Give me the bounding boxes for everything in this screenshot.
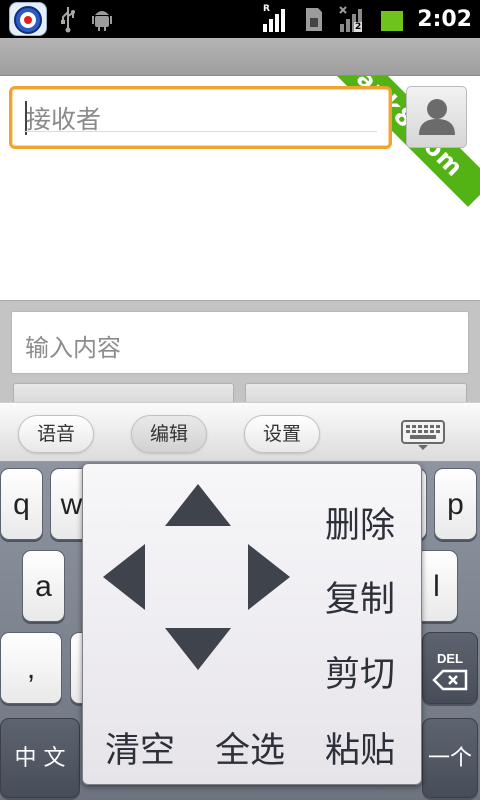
keyboard-icon[interactable] bbox=[400, 419, 446, 451]
arrow-right-icon[interactable] bbox=[248, 544, 290, 610]
arrow-left-icon[interactable] bbox=[103, 544, 145, 610]
key-p[interactable]: p bbox=[434, 468, 477, 540]
sim-card-icon bbox=[306, 8, 322, 31]
backspace-icon bbox=[432, 669, 468, 691]
ime-voice-button[interactable]: 语音 bbox=[18, 415, 94, 453]
input-underline bbox=[24, 131, 377, 132]
message-input[interactable]: 输入内容 bbox=[11, 311, 469, 374]
language-switch-key[interactable]: 中 文 bbox=[0, 718, 80, 798]
add-contact-button[interactable] bbox=[406, 86, 467, 148]
cut-button[interactable]: 剪切 bbox=[325, 646, 395, 697]
android-debug-icon bbox=[92, 11, 112, 31]
battery-icon bbox=[381, 11, 403, 31]
key-comma[interactable]: , bbox=[0, 632, 62, 704]
sms-compose-screen: R 2 2:02 apk8.com 接收者 bbox=[0, 0, 480, 800]
status-bar: R 2 2:02 bbox=[0, 0, 480, 38]
delete-key[interactable]: DEL bbox=[422, 632, 478, 704]
key-a[interactable]: a bbox=[22, 550, 65, 622]
compose-bar: 输入内容 bbox=[0, 300, 480, 409]
arrow-down-icon[interactable] bbox=[165, 628, 231, 670]
ime-settings-button[interactable]: 设置 bbox=[244, 415, 320, 453]
select-all-button[interactable]: 全选 bbox=[215, 722, 285, 773]
arrow-up-icon[interactable] bbox=[165, 484, 231, 526]
ime-edit-button[interactable]: 编辑 bbox=[131, 415, 207, 453]
edit-panel: 删除 复制 剪切 粘贴 清空 全选 bbox=[82, 463, 422, 785]
clear-button[interactable]: 清空 bbox=[105, 722, 175, 773]
signal-label-r: R bbox=[263, 4, 270, 14]
key-q[interactable]: q bbox=[0, 468, 43, 540]
ime-toolbar: 语音 编辑 设置 bbox=[0, 402, 480, 462]
next-key[interactable]: 一个 bbox=[422, 718, 478, 798]
contact-icon bbox=[419, 99, 455, 135]
clock: 2:02 bbox=[417, 7, 472, 32]
signal-label-2: 2 bbox=[354, 22, 363, 32]
usb-icon bbox=[61, 7, 75, 33]
title-bar bbox=[0, 38, 480, 76]
recipient-input[interactable]: 接收者 bbox=[9, 86, 392, 149]
app-notification-icon bbox=[9, 2, 47, 36]
copy-button[interactable]: 复制 bbox=[325, 571, 395, 622]
paste-button[interactable]: 粘贴 bbox=[325, 722, 395, 773]
delete-button[interactable]: 删除 bbox=[325, 497, 395, 548]
message-placeholder: 输入内容 bbox=[25, 334, 121, 362]
